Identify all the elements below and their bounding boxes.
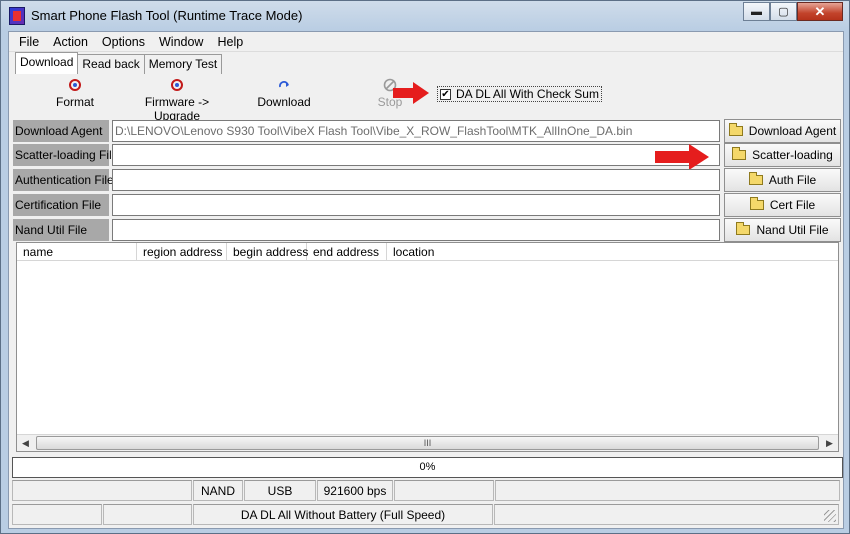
format-button[interactable]: Format [47, 76, 103, 109]
status-cell [12, 504, 102, 525]
window-title: Smart Phone Flash Tool (Runtime Trace Mo… [31, 8, 303, 23]
tab-read-back[interactable]: Read back [77, 54, 145, 74]
tab-strip: Download Read back Memory Test [15, 52, 223, 74]
title-bar[interactable]: Smart Phone Flash Tool (Runtime Trace Mo… [1, 1, 849, 31]
scroll-left-icon[interactable]: ◀ [17, 435, 34, 451]
download-agent-field[interactable]: D:\LENOVO\Lenovo S930 Tool\VibeX Flash T… [112, 120, 720, 142]
window-controls: ▬ ▢ ✕ [743, 2, 843, 21]
column-header-name[interactable]: name [17, 243, 137, 260]
status-storage-type: NAND [193, 480, 243, 501]
main-window: Smart Phone Flash Tool (Runtime Trace Mo… [0, 0, 850, 534]
tab-memory-test[interactable]: Memory Test [143, 54, 223, 74]
nand-util-field[interactable] [112, 219, 720, 241]
firmware-upgrade-label: Firmware -> Upgrade [144, 95, 210, 123]
checkbox-check-icon: ✔ [440, 88, 451, 100]
scatter-loading-button-label: Scatter-loading [752, 148, 833, 162]
status-baud-rate: 921600 bps [317, 480, 393, 501]
download-agent-label: Download Agent [13, 120, 109, 142]
download-agent-button[interactable]: Download Agent [724, 119, 841, 143]
certification-label: Certification File [13, 194, 109, 216]
scatter-loading-row: Scatter-loading File Scatter-loading [13, 143, 843, 168]
scroll-thumb[interactable]: III [36, 436, 819, 450]
menu-options[interactable]: Options [95, 35, 152, 49]
partition-table: name region address begin address end ad… [16, 242, 839, 452]
progress-text: 0% [419, 461, 436, 473]
maximize-button[interactable]: ▢ [770, 2, 797, 21]
column-header-begin-address[interactable]: begin address [227, 243, 308, 260]
horizontal-scrollbar[interactable]: ◀ III ▶ [17, 434, 838, 451]
progress-bar: 0% [12, 457, 843, 478]
download-button[interactable]: Download [251, 76, 317, 109]
checksum-label: DA DL All With Check Sum [456, 87, 599, 101]
menu-file[interactable]: File [12, 35, 46, 49]
authentication-row: Authentication File Auth File [13, 168, 843, 193]
scroll-right-icon[interactable]: ▶ [821, 435, 838, 451]
checksum-checkbox[interactable]: ✔ DA DL All With Check Sum [437, 86, 602, 102]
format-label: Format [55, 95, 94, 109]
download-agent-row: Download Agent D:\LENOVO\Lenovo S930 Too… [13, 119, 843, 144]
menu-action[interactable]: Action [46, 35, 95, 49]
auth-file-button-label: Auth File [768, 173, 817, 187]
folder-icon [736, 222, 751, 235]
column-header-region-address[interactable]: region address [137, 243, 227, 260]
folder-icon [728, 123, 743, 136]
download-label: Download [257, 95, 311, 109]
authentication-label: Authentication File [13, 169, 114, 191]
table-header: name region address begin address end ad… [17, 243, 838, 261]
authentication-field[interactable] [112, 169, 720, 191]
minimize-button[interactable]: ▬ [743, 2, 770, 21]
folder-icon [748, 172, 763, 185]
menu-window[interactable]: Window [152, 35, 210, 49]
client-area: File Action Options Window Help Download… [8, 31, 844, 529]
auth-file-button[interactable]: Auth File [724, 168, 841, 192]
firmware-upgrade-button[interactable]: Firmware -> Upgrade [121, 76, 233, 123]
menu-bar: File Action Options Window Help [9, 32, 843, 52]
download-icon [277, 78, 291, 92]
resize-grip-icon[interactable] [824, 510, 836, 522]
tab-download[interactable]: Download [15, 52, 79, 74]
folder-icon [732, 147, 747, 160]
download-agent-button-label: Download Agent [748, 124, 837, 138]
certification-row: Certification File Cert File [13, 193, 843, 218]
arrow-pointer-scatter [655, 144, 709, 170]
cert-file-button[interactable]: Cert File [724, 193, 841, 217]
folder-icon [749, 197, 764, 210]
status-cell [103, 504, 192, 525]
nand-util-file-button-label: Nand Util File [756, 223, 829, 237]
app-icon [9, 7, 25, 25]
status-connection-type: USB [244, 480, 316, 501]
scatter-loading-label: Scatter-loading File [13, 144, 118, 166]
status-bar-row-2: DA DL All Without Battery (Full Speed) [12, 504, 843, 526]
nand-util-label: Nand Util File [13, 219, 109, 241]
status-cell [494, 504, 839, 525]
status-download-mode: DA DL All Without Battery (Full Speed) [193, 504, 493, 525]
close-button[interactable]: ✕ [797, 2, 843, 21]
format-icon [68, 78, 82, 92]
cert-file-button-label: Cert File [769, 198, 816, 212]
column-header-end-address[interactable]: end address [307, 243, 387, 260]
nand-util-row: Nand Util File Nand Util File [13, 218, 843, 243]
status-cell [394, 480, 494, 501]
nand-util-file-button[interactable]: Nand Util File [724, 218, 841, 242]
column-header-location[interactable]: location [387, 243, 507, 260]
certification-field[interactable] [112, 194, 720, 216]
toolbar: Format Firmware -> Upgrade Download Stop [13, 76, 839, 123]
status-bar-row-1: NAND USB 921600 bps [12, 480, 843, 502]
status-cell [12, 480, 192, 501]
arrow-pointer-checksum [393, 82, 429, 104]
menu-help[interactable]: Help [210, 35, 250, 49]
scatter-loading-button[interactable]: Scatter-loading [724, 143, 841, 167]
status-cell [495, 480, 840, 501]
firmware-upgrade-icon [170, 78, 184, 92]
scatter-loading-field[interactable] [112, 144, 720, 166]
